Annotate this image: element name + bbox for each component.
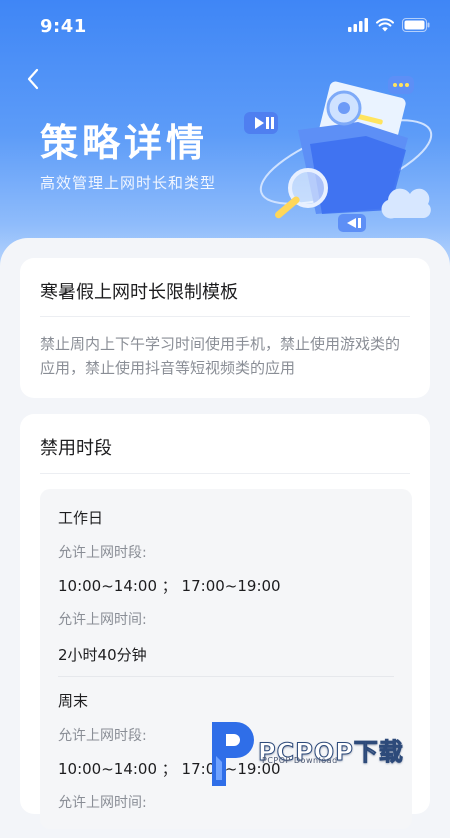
back-button[interactable]: [20, 64, 50, 94]
folder-illustration: [244, 76, 433, 232]
template-card: 寒暑假上网时长限制模板 禁止周内上下午学习时间使用手机，禁止使用游戏类的应用，禁…: [20, 258, 430, 398]
divider: [40, 473, 410, 474]
weekend-periods-label: 允许上网时段:: [58, 728, 147, 744]
watermark-sub: PCPOP Download: [262, 756, 338, 765]
watermark: PCPOP下载 PCPOP Download: [206, 716, 446, 796]
template-description: 禁止周内上下午学习时间使用手机，禁止使用游戏类的应用，禁止使用抖音等短视频类的应…: [40, 335, 401, 377]
status-time: 9:41: [40, 16, 87, 37]
signal-icon: [348, 18, 368, 32]
divider: [40, 316, 410, 317]
template-name: 寒暑假上网时长限制模板: [40, 282, 238, 303]
chevron-left-icon: [27, 68, 39, 90]
workday-periods-value: 10:00~14:00 ； 17:00~19:00: [58, 577, 281, 595]
workday-duration-label: 允许上网时间:: [58, 612, 147, 628]
page-subtitle: 高效管理上网时长和类型: [40, 174, 217, 192]
page-title: 策略详情: [40, 121, 209, 165]
status-bar: 9:41: [0, 0, 450, 54]
divider: [58, 676, 394, 677]
workday-duration-value: 2小时40分钟: [58, 646, 147, 664]
workday-title: 工作日: [58, 509, 104, 527]
status-icons: [348, 18, 430, 32]
workday-periods-label: 允许上网时段:: [58, 545, 147, 561]
pcpop-logo-icon: [212, 722, 254, 786]
wifi-icon: [376, 18, 394, 32]
weekend-duration-label: 允许上网时间:: [58, 795, 147, 811]
weekend-title: 周末: [58, 692, 89, 710]
section-title: 禁用时段: [40, 438, 112, 459]
battery-icon: [402, 18, 430, 32]
